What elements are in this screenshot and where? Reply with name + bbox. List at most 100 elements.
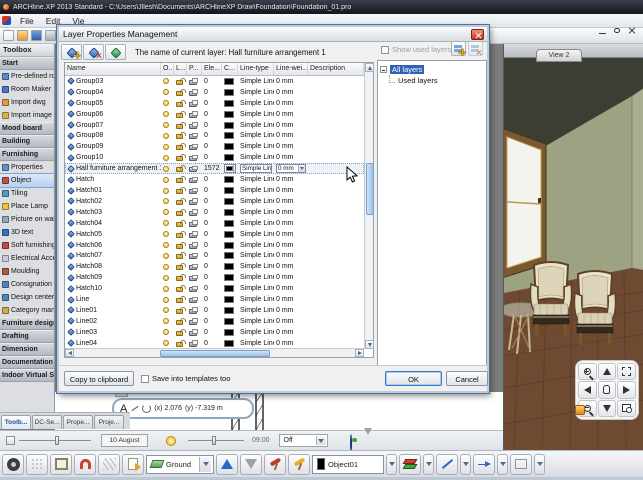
lineweight-cell[interactable]: 0 mm (274, 163, 308, 174)
scroll-down-button[interactable] (365, 340, 374, 349)
print-cell[interactable] (187, 240, 202, 251)
lineweight-cell[interactable]: 0 mm (274, 174, 308, 185)
sidebar-section-drafting[interactable]: Drafting (0, 330, 54, 343)
floor-down-button[interactable] (240, 454, 262, 475)
pan-left-button[interactable] (578, 381, 597, 398)
print-cell[interactable] (187, 305, 202, 316)
zoom-fit-button[interactable] (617, 363, 636, 380)
linetype-cell[interactable]: Simple Line (238, 163, 274, 174)
frame-button[interactable] (50, 454, 72, 475)
show-used-layers-checkbox[interactable] (381, 46, 389, 54)
table-row-group10[interactable]: Group100Simple Line0 mm (65, 152, 364, 163)
lock-cell[interactable] (174, 141, 187, 152)
table-row-hatch02[interactable]: Hatch020Simple Line0 mm (65, 196, 364, 207)
print-cell[interactable] (187, 207, 202, 218)
table-row-group05[interactable]: Group050Simple Line0 mm (65, 98, 364, 109)
visibility-cell[interactable] (161, 294, 174, 305)
remove-layer-group-button[interactable] (468, 41, 483, 56)
lineweight-cell[interactable]: 0 mm (274, 229, 308, 240)
lock-cell[interactable] (174, 316, 187, 327)
linetype-cell[interactable]: Simple Line (238, 229, 274, 240)
lock-cell[interactable] (174, 294, 187, 305)
tree-root-row[interactable]: All layers (380, 64, 484, 75)
linetype-cell[interactable]: Simple Line (238, 305, 274, 316)
lock-cell[interactable] (174, 120, 187, 131)
color-cell[interactable] (222, 163, 238, 174)
sidebar-item-pre-defined-room[interactable]: Pre-defined room (0, 70, 54, 83)
table-row-hatch05[interactable]: Hatch050Simple Line0 mm (65, 229, 364, 240)
linetype-cell[interactable]: Simple Line (238, 327, 274, 338)
menu-file[interactable]: File (15, 15, 39, 27)
color-cell[interactable] (222, 294, 238, 305)
table-row-line01[interactable]: Line010Simple Line0 mm (65, 305, 364, 316)
lineweight-cell[interactable]: 0 mm (274, 294, 308, 305)
sidebar-item-room-maker[interactable]: Room Maker (0, 83, 54, 96)
widget-settings-icon[interactable] (575, 405, 585, 415)
column-header-line-type[interactable]: Line-type (238, 63, 274, 75)
sidebar-section-furnishing[interactable]: Furnishing (0, 148, 54, 161)
table-row-line03[interactable]: Line030Simple Line0 mm (65, 327, 364, 338)
linetype-cell[interactable]: Simple Line (238, 218, 274, 229)
table-row-line[interactable]: Line0Simple Line0 mm (65, 294, 364, 305)
print-cell[interactable] (187, 229, 202, 240)
open-file-icon[interactable] (17, 30, 28, 41)
lock-cell[interactable] (174, 207, 187, 218)
sidebar-item-consignation[interactable]: Consignation (0, 278, 54, 291)
lock-cell[interactable] (174, 76, 187, 87)
color-cell[interactable] (222, 316, 238, 327)
active-layer-select[interactable]: Object01 (312, 455, 384, 474)
color-cell[interactable] (222, 207, 238, 218)
sidebar-item-place-lamp[interactable]: Place Lamp (0, 200, 54, 213)
dropdown-arrow-icon[interactable] (233, 165, 236, 172)
time-slider[interactable] (188, 440, 244, 441)
visibility-cell[interactable] (161, 229, 174, 240)
pan-up-button[interactable] (598, 363, 617, 380)
lock-cell[interactable] (174, 163, 187, 174)
line-style-dropdown-button[interactable] (460, 454, 471, 475)
visibility-cell[interactable] (161, 283, 174, 294)
print-cell[interactable] (187, 185, 202, 196)
panel-tab-toolb[interactable]: Toolb... (1, 415, 31, 429)
column-header-description[interactable]: Description (308, 63, 364, 75)
lock-cell[interactable] (174, 98, 187, 109)
table-row-group08[interactable]: Group080Simple Line0 mm (65, 131, 364, 142)
print-cell[interactable] (187, 141, 202, 152)
dialog-title-bar[interactable]: Layer Properties Management (59, 27, 487, 42)
color-cell[interactable] (222, 98, 238, 109)
print-cell[interactable] (187, 152, 202, 163)
lock-cell[interactable] (174, 152, 187, 163)
lock-cell[interactable] (174, 305, 187, 316)
color-cell[interactable] (222, 218, 238, 229)
table-row-group04[interactable]: Group040Simple Line0 mm (65, 87, 364, 98)
sidebar-section-documentation[interactable]: Documentation (0, 356, 54, 369)
sidebar-item-electrical-access[interactable]: Electrical Access... (0, 252, 54, 265)
lineweight-cell[interactable]: 0 mm (274, 251, 308, 262)
dropdown-arrow-icon[interactable] (298, 165, 305, 172)
column-header-line-wei[interactable]: Line-wei... (274, 63, 308, 75)
linetype-cell[interactable]: Simple Line (238, 76, 274, 87)
table-row-hatch03[interactable]: Hatch030Simple Line0 mm (65, 207, 364, 218)
lineweight-cell[interactable]: 0 mm (274, 109, 308, 120)
visibility-cell[interactable] (161, 272, 174, 283)
color-cell[interactable] (222, 87, 238, 98)
table-row-hatch08[interactable]: Hatch080Simple Line0 mm (65, 261, 364, 272)
sidebar-section-mood-board[interactable]: Mood board (0, 122, 54, 135)
visibility-cell[interactable] (161, 327, 174, 338)
arrow-style-dropdown-button[interactable] (497, 454, 508, 475)
scroll-right-button[interactable] (355, 349, 364, 357)
zoom-window-button[interactable] (617, 400, 636, 417)
lineweight-cell[interactable]: 0 mm (274, 196, 308, 207)
table-row-group07[interactable]: Group070Simple Line0 mm (65, 120, 364, 131)
activate-layer-button[interactable] (105, 44, 126, 60)
new-layer-button[interactable] (61, 44, 82, 60)
column-header-c[interactable]: C... (222, 63, 238, 75)
color-cell[interactable] (222, 305, 238, 316)
print-icon[interactable] (45, 30, 56, 41)
table-row-group06[interactable]: Group060Simple Line0 mm (65, 109, 364, 120)
color-cell[interactable] (222, 272, 238, 283)
lineweight-cell[interactable]: 0 mm (274, 185, 308, 196)
visibility-cell[interactable] (161, 185, 174, 196)
column-header-name[interactable]: Name (65, 63, 161, 75)
table-row-hatch[interactable]: Hatch0Simple Line0 mm (65, 174, 364, 185)
print-cell[interactable] (187, 98, 202, 109)
